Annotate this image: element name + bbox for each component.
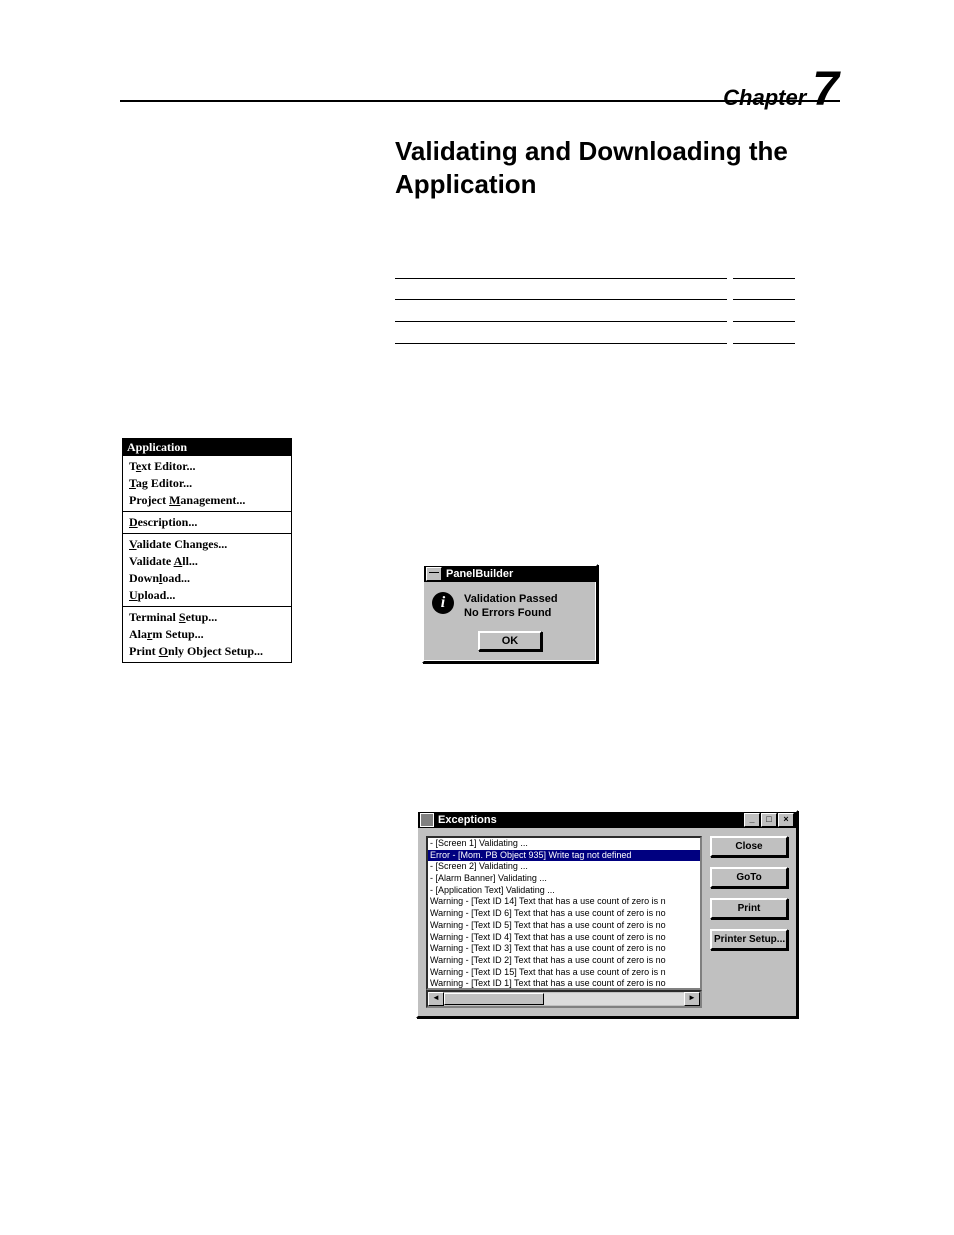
menu-upload[interactable]: Upload...	[123, 587, 291, 604]
list-item[interactable]: Warning - [Text ID 4] Text that has a us…	[428, 932, 700, 944]
menu-validate-all[interactable]: Validate All...	[123, 553, 291, 570]
exceptions-title: Exceptions	[438, 814, 497, 826]
chapter-rule	[120, 100, 840, 102]
menu-terminal-setup[interactable]: Terminal Setup...	[123, 609, 291, 626]
menu-project-management[interactable]: Project Management...	[123, 492, 291, 509]
menu-alarm-setup[interactable]: Alarm Setup...	[123, 626, 291, 643]
list-item[interactable]: Warning - [Text ID 14] Text that has a u…	[428, 896, 700, 908]
list-item[interactable]: - [Screen 1] Validating ...	[428, 838, 700, 850]
list-item[interactable]: Warning - [Text ID 5] Text that has a us…	[428, 920, 700, 932]
menu-text-editor[interactable]: Text Editor...	[123, 458, 291, 475]
exceptions-window: Exceptions _ □ × - [Screen 1] Validating…	[416, 810, 798, 1018]
application-menu-title: Application	[123, 439, 291, 456]
system-menu-icon[interactable]: —	[426, 567, 442, 581]
list-item[interactable]: - [Screen 2] Validating ...	[428, 861, 700, 873]
scroll-left-icon[interactable]: ◄	[428, 992, 444, 1006]
validation-line1: Validation Passed	[464, 592, 558, 606]
list-item[interactable]: Warning - [Text ID 6] Text that has a us…	[428, 908, 700, 920]
goto-button[interactable]: GoTo	[710, 867, 788, 888]
horizontal-scrollbar[interactable]: ◄ ►	[426, 990, 702, 1008]
chapter-number: 7	[812, 63, 839, 116]
close-button[interactable]: Close	[710, 836, 788, 857]
validation-line2: No Errors Found	[464, 606, 558, 620]
application-menu: Application Text Editor... Tag Editor...…	[122, 438, 292, 663]
minimize-icon[interactable]: _	[744, 813, 760, 827]
page-title: Validating and Downloading the Applicati…	[395, 135, 835, 200]
menu-tag-editor[interactable]: Tag Editor...	[123, 475, 291, 492]
printer-setup-button[interactable]: Printer Setup...	[710, 929, 788, 950]
menu-validate-changes[interactable]: Validate Changes...	[123, 536, 291, 553]
list-item[interactable]: Warning - [Text ID 3] Text that has a us…	[428, 943, 700, 955]
scroll-right-icon[interactable]: ►	[684, 992, 700, 1006]
exceptions-list[interactable]: - [Screen 1] Validating ... Error - [Mom…	[426, 836, 702, 990]
validation-message: Validation Passed No Errors Found	[464, 592, 558, 621]
list-item[interactable]: Warning - [Text ID 15] Text that has a u…	[428, 967, 700, 979]
menu-download[interactable]: Download...	[123, 570, 291, 587]
info-icon: i	[432, 592, 454, 614]
maximize-icon[interactable]: □	[761, 813, 777, 827]
validation-dialog: — PanelBuilder i Validation Passed No Er…	[422, 564, 598, 663]
list-item[interactable]: Warning - [Text ID 2] Text that has a us…	[428, 955, 700, 967]
app-icon	[420, 813, 434, 827]
scroll-track[interactable]	[444, 993, 684, 1005]
close-icon[interactable]: ×	[778, 813, 794, 827]
list-item-error[interactable]: Error - [Mom. PB Object 935] Write tag n…	[428, 850, 700, 862]
scroll-thumb[interactable]	[444, 993, 544, 1005]
chapter-label: Chapter7	[723, 62, 839, 117]
chapter-word: Chapter	[723, 85, 806, 110]
list-item[interactable]: - [Alarm Banner] Validating ...	[428, 873, 700, 885]
exceptions-titlebar[interactable]: Exceptions _ □ ×	[418, 812, 796, 828]
toc-table	[395, 278, 795, 344]
print-button[interactable]: Print	[710, 898, 788, 919]
list-item[interactable]: - [Application Text] Validating ...	[428, 885, 700, 897]
ok-button[interactable]: OK	[478, 631, 542, 651]
validation-dialog-titlebar[interactable]: — PanelBuilder	[424, 566, 596, 582]
menu-description[interactable]: Description...	[123, 514, 291, 531]
list-item[interactable]: Warning - [Text ID 1] Text that has a us…	[428, 978, 700, 990]
menu-print-only-object-setup[interactable]: Print Only Object Setup...	[123, 643, 291, 660]
validation-dialog-title: PanelBuilder	[446, 568, 513, 580]
